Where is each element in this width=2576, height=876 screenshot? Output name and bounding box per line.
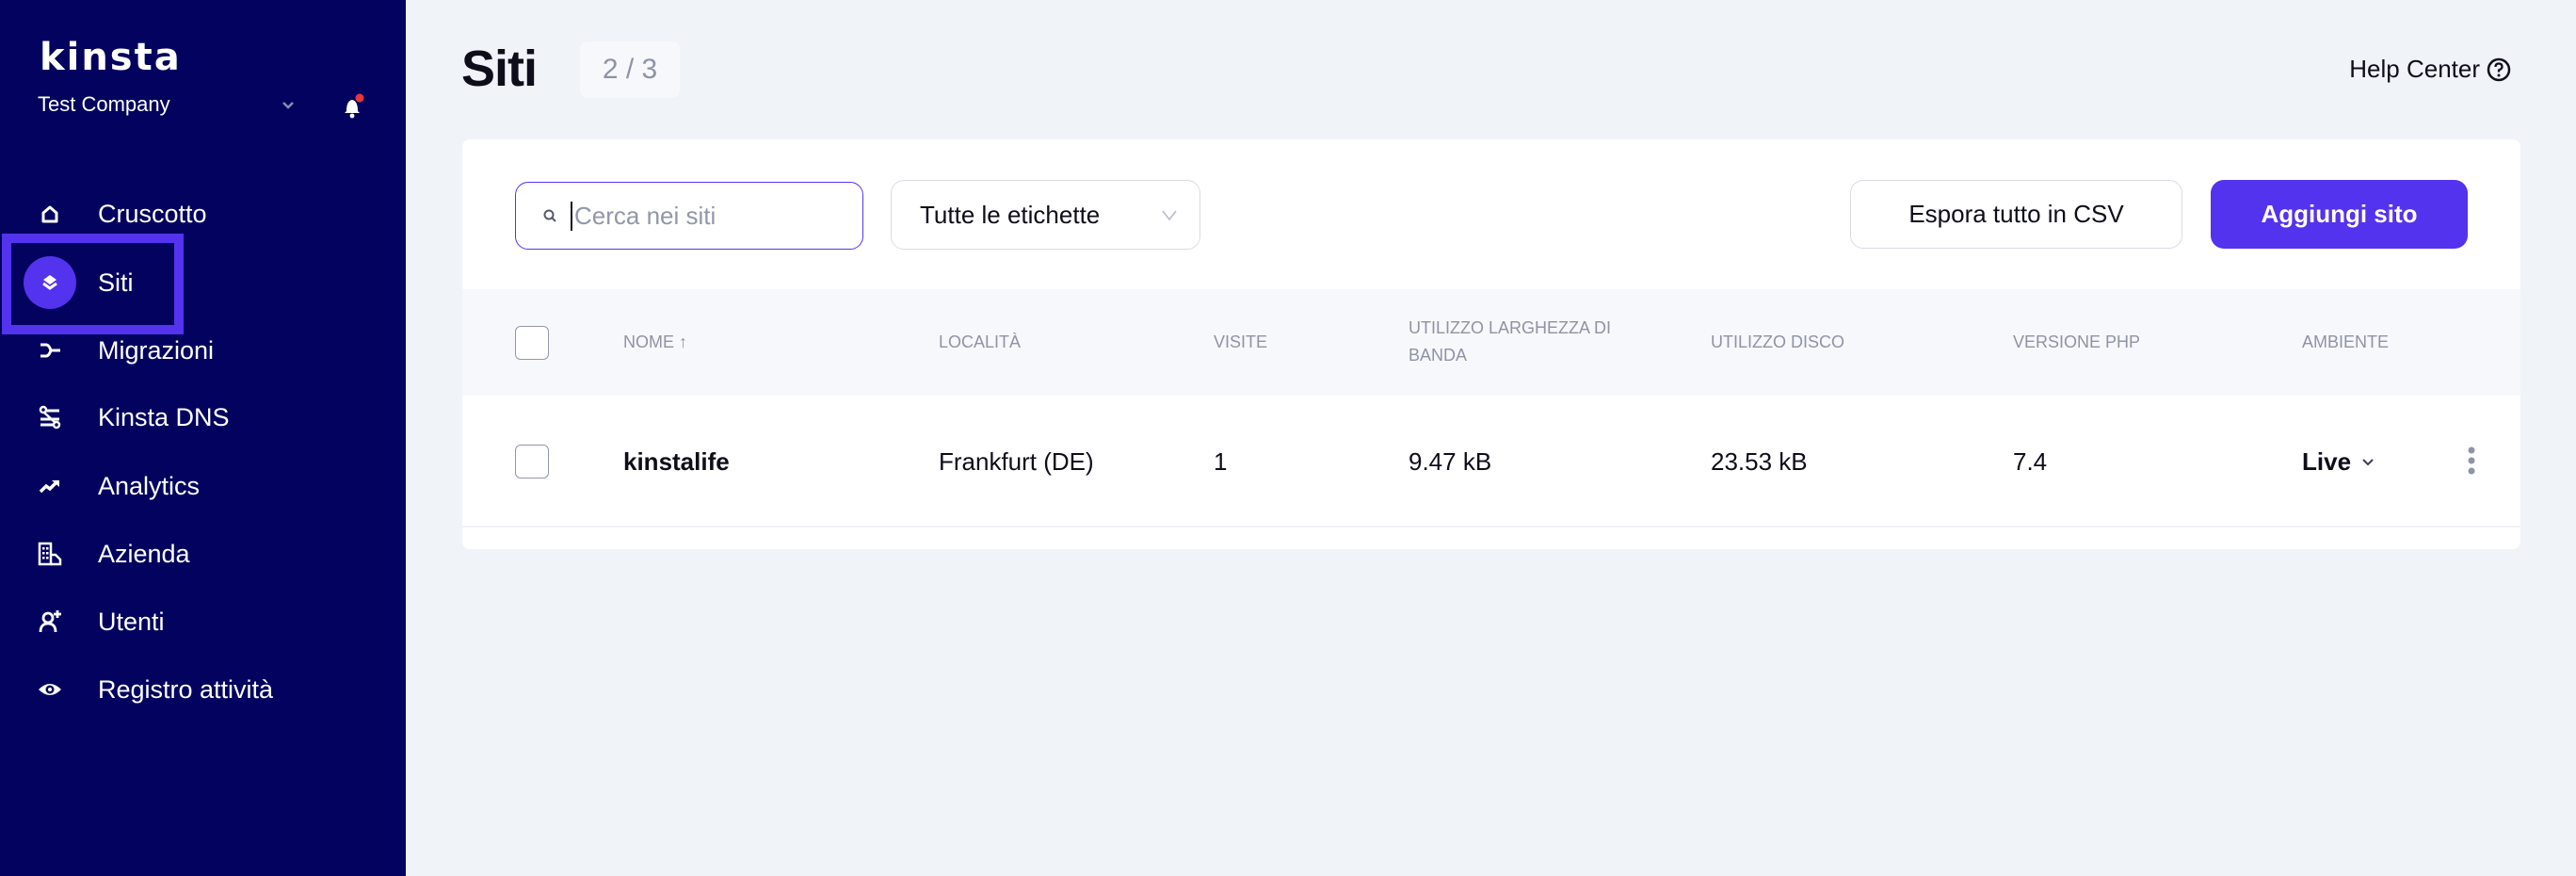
sidebar-item-migrazioni[interactable]: Migrazioni (0, 322, 406, 379)
home-icon (24, 187, 76, 240)
chevron-down-icon[interactable] (279, 96, 298, 115)
sidebar-item-kinsta-dns[interactable]: Kinsta DNS (0, 389, 406, 446)
site-php-version: 7.4 (2013, 447, 2048, 476)
column-header-localita[interactable]: Località (939, 329, 1021, 356)
sidebar: kinsta Test Company Cruscotto Siti Migra… (0, 0, 406, 876)
environment-selector[interactable]: Live (2302, 447, 2375, 477)
site-count-badge: 2 / 3 (580, 41, 680, 98)
user-plus-icon (24, 595, 76, 648)
migration-icon (24, 324, 76, 377)
site-disk: 23.53 kB (1711, 447, 1808, 476)
search-icon (543, 209, 556, 222)
row-checkbox[interactable] (515, 445, 549, 479)
help-center-label: Help Center (2349, 55, 2480, 83)
column-header-php[interactable]: Versione PHP (2013, 329, 2140, 356)
chevron-down-icon (1162, 210, 1177, 221)
column-header-nome[interactable]: Nome ↑ (623, 329, 687, 356)
kinsta-logo[interactable]: kinsta (40, 36, 182, 79)
sidebar-item-label: Analytics (98, 471, 201, 500)
question-circle-icon (2487, 57, 2511, 81)
tag-filter-dropdown[interactable]: Tutte le etichette (891, 180, 1200, 250)
column-header-disco[interactable]: Utilizzo disco (1711, 329, 1844, 356)
help-center-link[interactable]: Help Center (2349, 55, 2512, 84)
eye-icon (24, 663, 76, 716)
sidebar-item-label: Kinsta DNS (98, 402, 230, 431)
sidebar-item-label: Cruscotto (98, 199, 207, 228)
table-row[interactable]: kinstalife Frankfurt (DE) 1 9.47 kB 23.5… (462, 396, 2520, 527)
sidebar-item-utenti[interactable]: Utenti (0, 593, 406, 650)
sidebar-item-label: Utenti (98, 607, 165, 636)
site-visits: 1 (1214, 447, 1228, 476)
sidebar-item-siti[interactable]: Siti (0, 254, 406, 311)
bell-icon[interactable] (341, 92, 367, 121)
sidebar-item-cruscotto[interactable]: Cruscotto (0, 186, 406, 242)
export-csv-button[interactable]: Espora tutto in CSV (1850, 180, 2182, 249)
sidebar-item-label: Registro attività (98, 674, 274, 704)
column-header-visite[interactable]: Visite (1214, 329, 1267, 356)
sidebar-item-label: Siti (98, 268, 134, 297)
search-input[interactable] (571, 201, 834, 231)
chevron-down-icon (2362, 458, 2374, 465)
column-header-banda[interactable]: Utilizzo larghezza di banda (1409, 315, 1644, 369)
notification-dot (355, 93, 364, 103)
add-site-button[interactable]: Aggiungi sito (2211, 180, 2468, 249)
select-all-checkbox[interactable] (515, 326, 549, 360)
environment-value: Live (2302, 447, 2352, 476)
column-header-ambiente[interactable]: Ambiente (2302, 329, 2389, 356)
sidebar-item-label: Azienda (98, 539, 190, 568)
layers-icon (24, 256, 76, 309)
building-icon (24, 527, 76, 580)
site-bandwidth: 9.47 kB (1409, 447, 1492, 476)
table-header: Nome ↑ Località Visite Utilizzo larghezz… (462, 289, 2520, 396)
search-field[interactable] (515, 182, 863, 250)
more-options-icon[interactable] (2462, 443, 2481, 480)
sidebar-item-analytics[interactable]: Analytics (0, 458, 406, 514)
site-name[interactable]: kinstalife (623, 447, 730, 477)
page-title: Siti (461, 41, 538, 97)
company-selector[interactable]: Test Company (38, 92, 170, 117)
tag-filter-value: Tutte le etichette (920, 200, 1101, 229)
dns-icon (24, 391, 76, 444)
trending-up-icon (24, 460, 76, 512)
sidebar-item-registro-attivita[interactable]: Registro attività (0, 661, 406, 718)
sites-card: Tutte le etichette Espora tutto in CSV A… (462, 139, 2520, 549)
sidebar-item-label: Migrazioni (98, 335, 215, 365)
site-location: Frankfurt (DE) (939, 447, 1094, 476)
sidebar-item-azienda[interactable]: Azienda (0, 526, 406, 582)
